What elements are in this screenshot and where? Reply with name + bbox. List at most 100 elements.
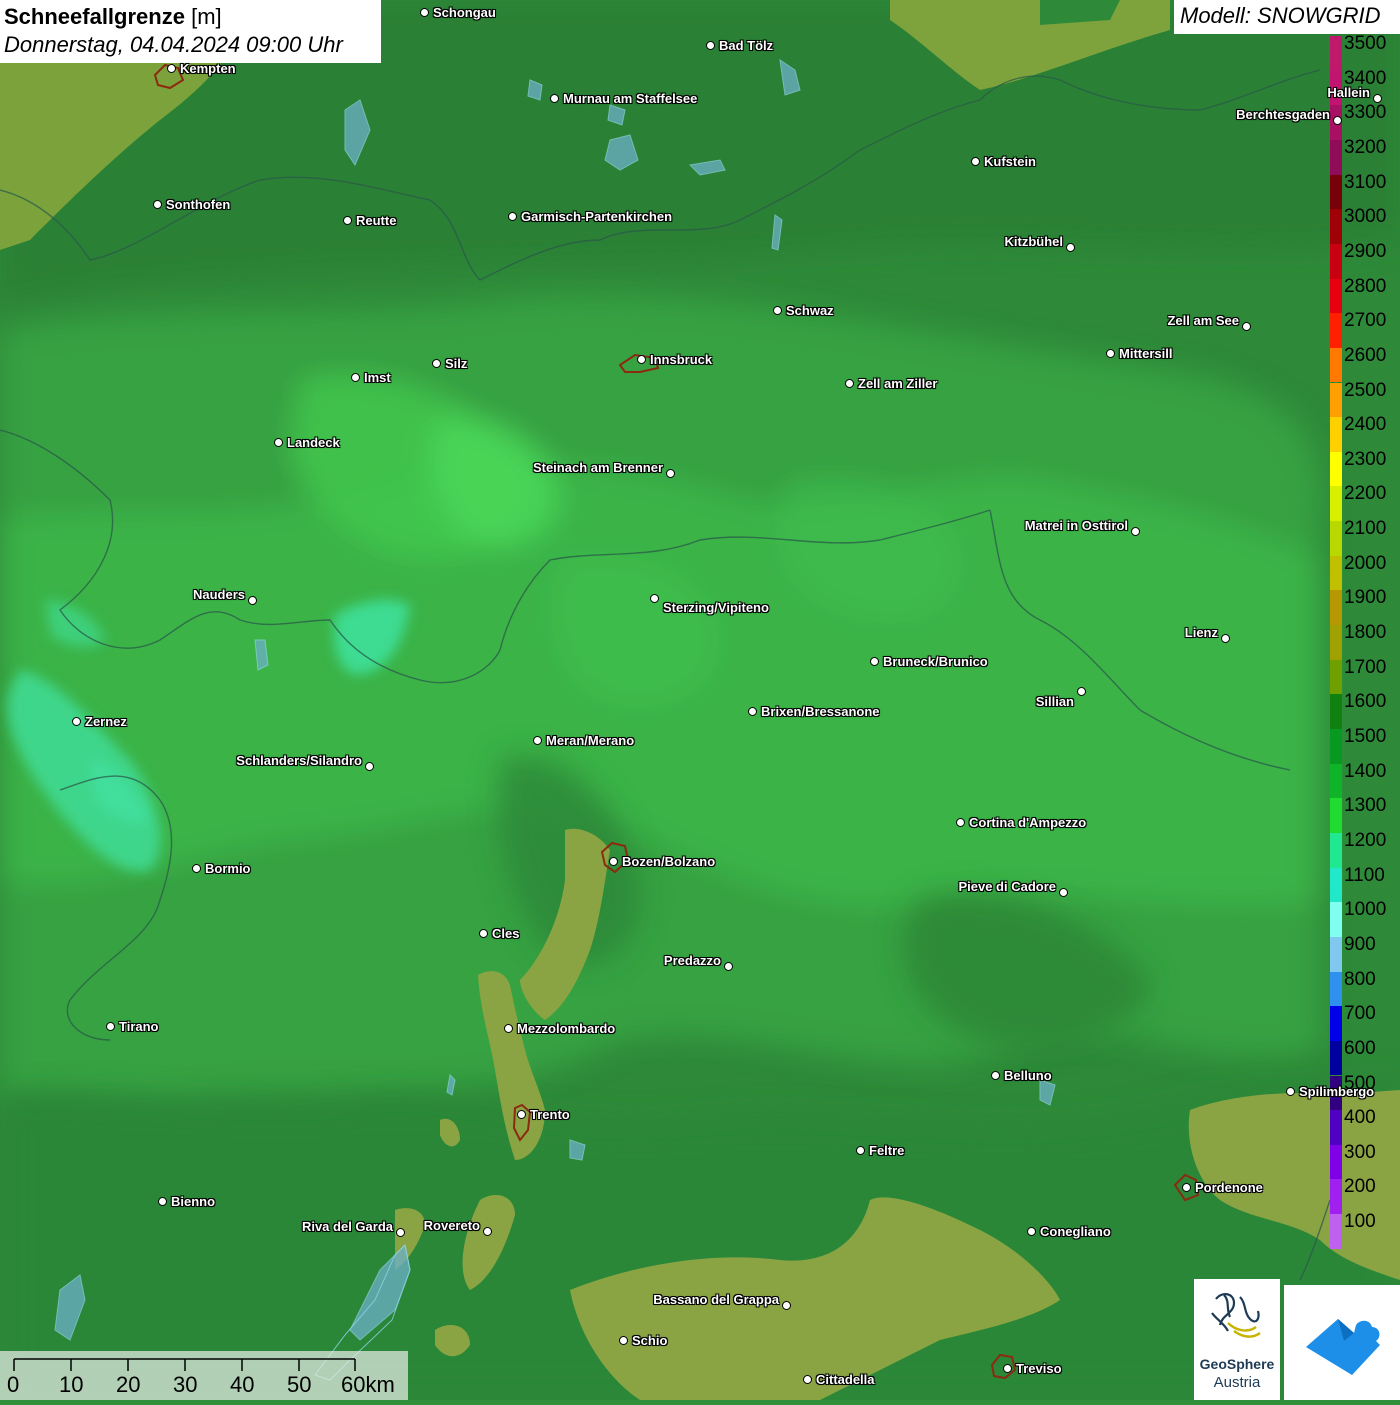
legend-label: 1000 (1344, 899, 1387, 921)
city-marker (365, 762, 374, 771)
city-label: Hallein (1327, 85, 1370, 100)
city-marker (192, 864, 201, 873)
legend-swatch (1330, 694, 1342, 729)
model-label: Modell: SNOWGRID (1174, 0, 1400, 34)
scale-label-50: 50 (287, 1372, 312, 1397)
legend-label: 1800 (1344, 622, 1387, 644)
city-marker (550, 94, 559, 103)
city-label: Garmisch-Partenkirchen (521, 209, 673, 224)
city-label: Spilimbergo (1299, 1084, 1375, 1099)
city-label: Schio (632, 1333, 668, 1348)
legend-swatch (1330, 243, 1342, 279)
city-label: Matrei in Osttirol (1024, 518, 1128, 533)
city-label: Lienz (1184, 625, 1218, 640)
city-label: Bassano del Grappa (653, 1292, 779, 1307)
legend-swatch (1330, 347, 1342, 383)
legend-swatch (1330, 417, 1342, 452)
city-label: Steinach am Brenner (532, 460, 663, 475)
city-label: Zell am See (1167, 313, 1239, 328)
scale-label-60km: 60km (341, 1372, 395, 1397)
mountain-cloud-icon (1306, 1319, 1380, 1375)
city-label: Meran/Merano (546, 733, 635, 748)
city-label: Bruneck/Brunico (883, 654, 988, 669)
city-marker (870, 657, 879, 666)
city-label: Predazzo (663, 953, 721, 968)
city-marker (1059, 888, 1068, 897)
legend-label: 900 (1344, 933, 1376, 955)
city-label: Riva del Garda (301, 1219, 393, 1234)
legend-swatch (1330, 936, 1342, 972)
legend-swatch (1330, 1214, 1342, 1249)
city-label: Rovereto (423, 1218, 480, 1233)
city-marker (971, 157, 980, 166)
city-label: Trento (530, 1107, 570, 1122)
city-label: Mezzolombardo (517, 1021, 616, 1036)
legend-swatch (1330, 521, 1342, 556)
city-label: Bozen/Bolzano (622, 854, 716, 869)
city-label: Nauders (192, 587, 245, 602)
legend-label: 100 (1344, 1211, 1376, 1233)
city-marker (856, 1146, 865, 1155)
legend-swatch (1330, 313, 1342, 348)
city-label: Silz (445, 356, 468, 371)
city-marker (650, 594, 659, 603)
city-marker (351, 373, 360, 382)
city-marker (1027, 1227, 1036, 1236)
city-marker (517, 1110, 526, 1119)
city-marker (1182, 1183, 1191, 1192)
city-label: Sterzing/Vipiteno (663, 600, 769, 615)
city-marker (1333, 116, 1342, 125)
city-label: Pordenone (1195, 1180, 1263, 1195)
city-label: Mittersill (1119, 346, 1173, 361)
legend-label: 400 (1344, 1107, 1376, 1129)
legend-swatch (1330, 659, 1342, 695)
legend-swatch (1330, 798, 1342, 833)
city-marker (724, 962, 733, 971)
city-marker (782, 1301, 791, 1310)
city-label: Brixen/Bressanone (761, 704, 880, 719)
city-marker (1066, 243, 1075, 252)
city-label: Reutte (356, 213, 397, 228)
city-marker (1003, 1364, 1012, 1373)
geosphere-logo-text: GeoSphere (1199, 1356, 1275, 1372)
legend-label: 3000 (1344, 206, 1387, 228)
legend-label: 1500 (1344, 726, 1387, 747)
city-label: Conegliano (1040, 1224, 1111, 1239)
app-logo[interactable] (1284, 1285, 1400, 1400)
city-marker (1242, 322, 1251, 331)
city-marker (420, 8, 429, 17)
legend-swatch (1330, 971, 1342, 1007)
legend-label: 300 (1344, 1141, 1376, 1163)
city-marker (72, 717, 81, 726)
city-label: Treviso (1016, 1361, 1062, 1376)
city-label: Sillian (1035, 694, 1074, 709)
city-marker (504, 1024, 513, 1033)
legend-label: 1900 (1344, 587, 1387, 609)
legend-label: 1700 (1344, 656, 1387, 678)
city-marker (706, 41, 715, 50)
legend-label: 2200 (1344, 483, 1387, 505)
city-marker (396, 1228, 405, 1237)
city-marker (1373, 94, 1382, 103)
city-label: Pieve di Cadore (958, 879, 1056, 894)
legend-swatch (1330, 36, 1342, 71)
city-marker (167, 64, 176, 73)
city-marker (343, 216, 352, 225)
legend-swatch (1330, 1006, 1342, 1041)
legend-swatch (1330, 209, 1342, 244)
legend-label: 3200 (1344, 136, 1387, 158)
city-marker (845, 379, 854, 388)
legend-label: 1200 (1344, 829, 1387, 851)
city-label: Schongau (433, 5, 496, 20)
legend-label: 200 (1344, 1176, 1376, 1198)
legend-swatch (1330, 174, 1342, 210)
legend-label: 3100 (1344, 171, 1387, 193)
legend-swatch (1330, 729, 1342, 764)
map-datetime: Donnerstag, 04.04.2024 09:00 Uhr (4, 32, 343, 57)
legend-label: 3500 (1344, 33, 1387, 54)
map-title: Schneefallgrenze [m] (4, 4, 222, 29)
city-marker (803, 1375, 812, 1384)
city-marker (1131, 527, 1140, 536)
legend-label: 3300 (1344, 102, 1387, 124)
scale-label-0: 0 (7, 1372, 20, 1397)
